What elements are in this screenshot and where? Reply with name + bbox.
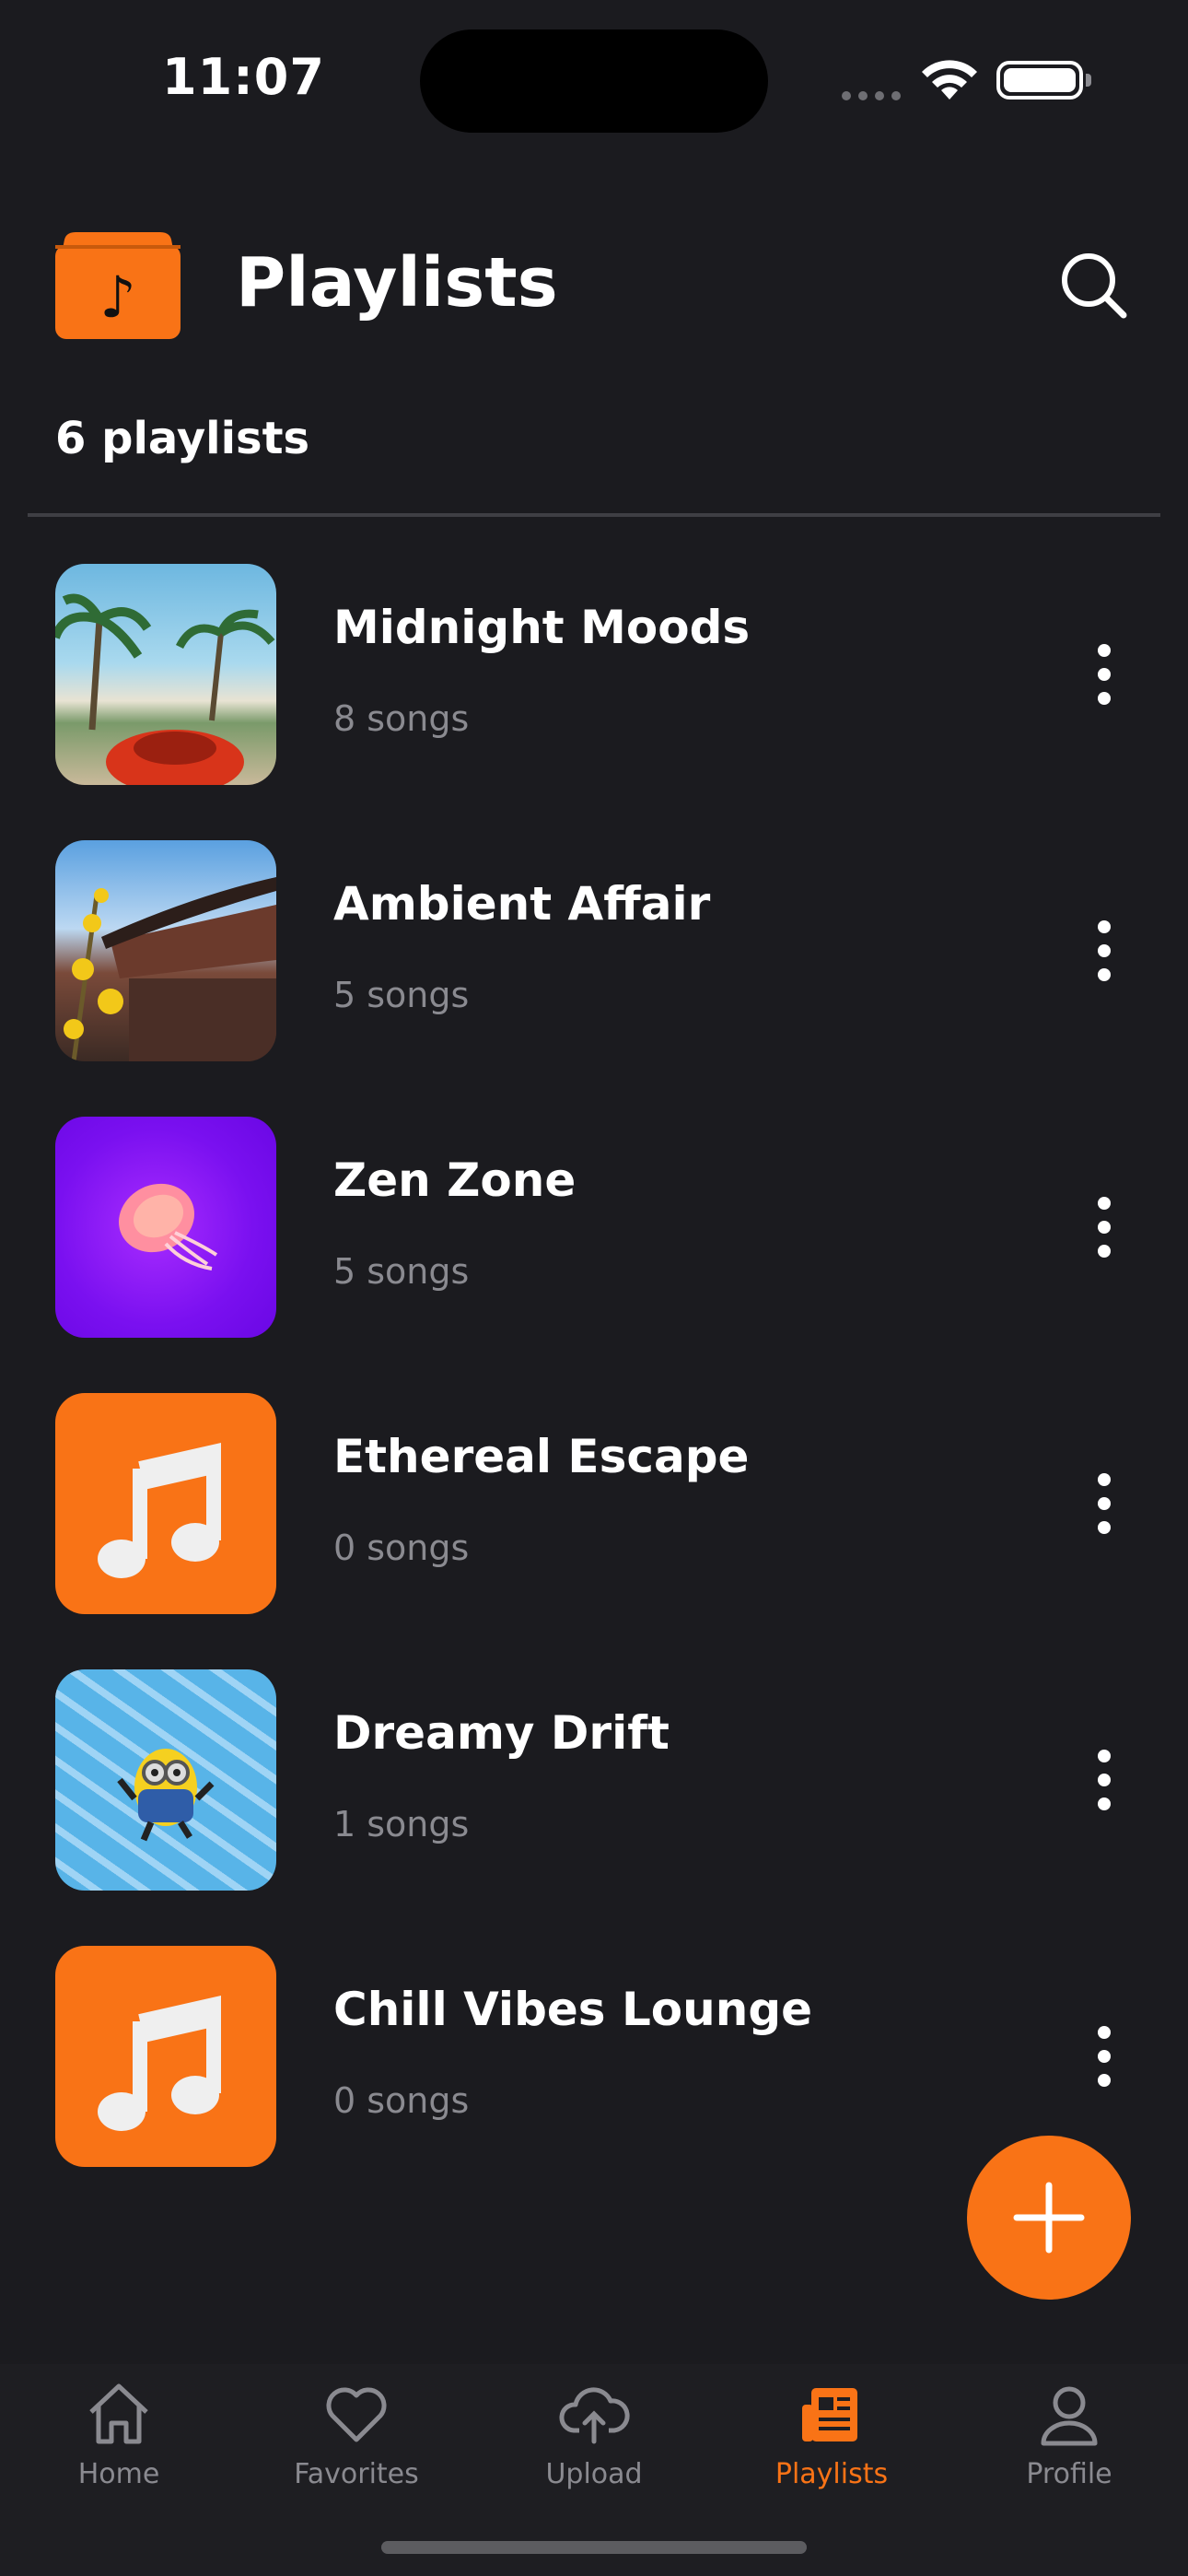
person-icon (1041, 2386, 1098, 2446)
newspaper-icon (802, 2388, 857, 2441)
tab-label: Upload (545, 2458, 643, 2490)
more-options-icon[interactable] (1081, 1743, 1127, 1817)
more-options-icon[interactable] (1081, 914, 1127, 988)
playlist-title: Ambient Affair (333, 877, 711, 931)
tab-playlists[interactable]: Playlists (713, 2364, 950, 2502)
music-folder-icon: ♪ (55, 232, 181, 339)
playlist-song-count: 8 songs (333, 698, 470, 739)
playlist-song-count: 1 songs (333, 1804, 470, 1844)
tab-favorites[interactable]: Favorites (238, 2364, 475, 2502)
more-options-icon[interactable] (1081, 2020, 1127, 2093)
cloud-upload-icon (559, 2387, 630, 2444)
playlist-item[interactable]: Ethereal Escape 0 songs (0, 1393, 1188, 1614)
tab-home[interactable]: Home (0, 2364, 238, 2502)
playlist-artwork (55, 564, 276, 785)
status-bar: 11:07 (0, 0, 1188, 147)
divider (28, 513, 1160, 517)
playlist-artwork (55, 840, 276, 1061)
playlist-artwork (55, 1393, 276, 1614)
add-playlist-button[interactable] (967, 2136, 1131, 2300)
music-note-icon (98, 1443, 221, 1578)
playlist-title: Ethereal Escape (333, 1430, 750, 1483)
playlist-title: Zen Zone (333, 1153, 577, 1207)
status-time: 11:07 (162, 48, 325, 106)
playlist-item[interactable]: Midnight Moods 8 songs (0, 564, 1188, 785)
heart-icon (326, 2387, 387, 2442)
more-options-icon[interactable] (1081, 1190, 1127, 1264)
playlist-artwork (55, 1669, 276, 1891)
playlist-title: Midnight Moods (333, 601, 751, 654)
playlist-song-count: 5 songs (333, 1251, 470, 1292)
tab-label: Home (77, 2458, 160, 2490)
playlist-item[interactable]: Ambient Affair 5 songs (0, 840, 1188, 1061)
tab-label: Profile (1026, 2458, 1112, 2490)
playlist-song-count: 0 songs (333, 2080, 470, 2121)
tab-label: Favorites (294, 2458, 419, 2490)
tab-upload[interactable]: Upload (475, 2364, 713, 2502)
playlist-title: Dreamy Drift (333, 1706, 670, 1760)
playlist-count: 6 playlists (55, 413, 310, 464)
playlist-song-count: 5 songs (333, 975, 470, 1015)
dynamic-island (420, 29, 768, 133)
more-options-icon[interactable] (1081, 638, 1127, 711)
tab-label: Playlists (775, 2458, 889, 2490)
playlist-song-count: 0 songs (333, 1528, 470, 1568)
page-title: Playlists (236, 243, 558, 322)
music-note-icon (98, 1996, 221, 2131)
more-options-icon[interactable] (1081, 1467, 1127, 1540)
plus-icon (1013, 2182, 1085, 2254)
svg-text:♪: ♪ (99, 263, 136, 331)
playlist-title: Chill Vibes Lounge (333, 1983, 813, 2036)
battery-icon (996, 61, 1091, 100)
home-icon (89, 2383, 148, 2444)
playlist-item[interactable]: Chill Vibes Lounge 0 songs (0, 1946, 1188, 2167)
home-indicator (381, 2541, 807, 2554)
playlist-item[interactable]: Dreamy Drift 1 songs (0, 1669, 1188, 1891)
cellular-signal-icon (842, 87, 908, 104)
playlist-artwork (55, 1946, 276, 2167)
playlist-item[interactable]: Zen Zone 5 songs (0, 1117, 1188, 1338)
header: ♪ Playlists (0, 212, 1188, 359)
tab-profile[interactable]: Profile (950, 2364, 1188, 2502)
search-icon[interactable] (1057, 249, 1131, 322)
playlist-artwork (55, 1117, 276, 1338)
wifi-icon (922, 60, 977, 100)
